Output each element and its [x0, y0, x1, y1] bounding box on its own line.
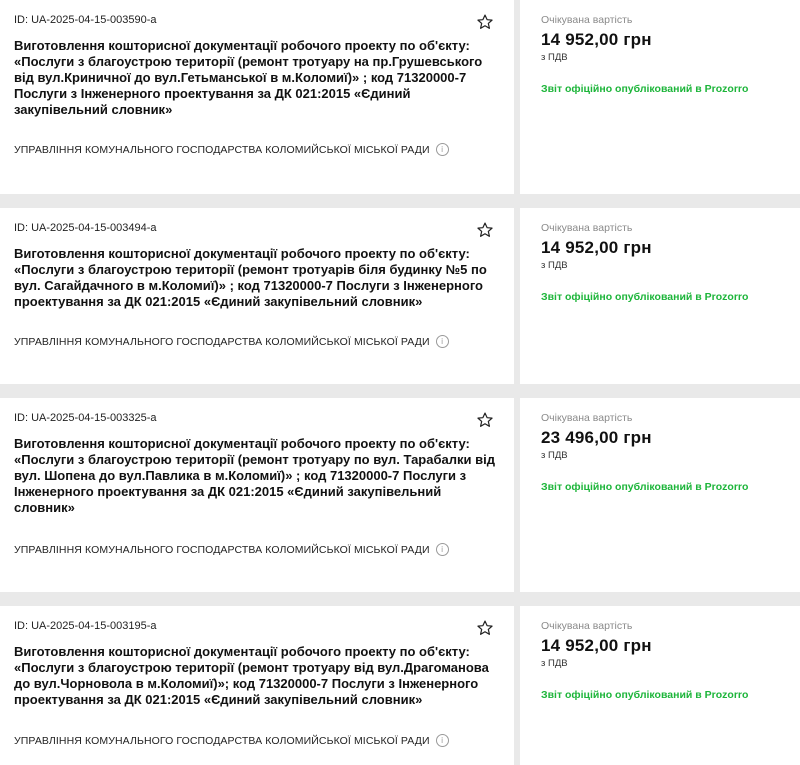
expected-value-label: Очікувана вартість — [541, 14, 633, 26]
tender-title-link[interactable]: Виготовлення кошторисної документації ро… — [14, 246, 496, 310]
tender-title-link[interactable]: Виготовлення кошторисної документації ро… — [14, 644, 496, 708]
tender-title-link[interactable]: Виготовлення кошторисної документації ро… — [14, 436, 496, 516]
info-circle-icon[interactable]: i — [435, 335, 449, 348]
info-circle-icon[interactable]: i — [435, 143, 449, 156]
tender-card[interactable]: ID: UA-2025-04-15-003325-a Виготовлення … — [0, 398, 800, 592]
vat-note: з ПДВ — [541, 658, 568, 669]
tender-details: ID: UA-2025-04-15-003590-a Виготовлення … — [0, 0, 514, 194]
report-status-link[interactable]: Звіт офіційно опублікований в Prozorro — [541, 689, 748, 701]
star-outline-icon[interactable] — [476, 619, 494, 637]
star-outline-icon[interactable] — [476, 13, 494, 31]
organization: УПРАВЛІННЯ КОМУНАЛЬНОГО ГОСПОДАРСТВА КОЛ… — [14, 543, 449, 556]
tender-title-link[interactable]: Виготовлення кошторисної документації ро… — [14, 38, 496, 118]
tender-details: ID: UA-2025-04-15-003325-a Виготовлення … — [0, 398, 514, 592]
info-circle-icon[interactable]: i — [435, 734, 449, 747]
info-circle-icon[interactable]: i — [435, 543, 449, 556]
organization-name: УПРАВЛІННЯ КОМУНАЛЬНОГО ГОСПОДАРСТВА КОЛ… — [14, 734, 430, 747]
tender-id: ID: UA-2025-04-15-003195-a — [14, 620, 157, 632]
report-status-link[interactable]: Звіт офіційно опублікований в Prozorro — [541, 83, 748, 95]
tender-details: ID: UA-2025-04-15-003494-a Виготовлення … — [0, 208, 514, 384]
tender-card[interactable]: ID: UA-2025-04-15-003195-a Виготовлення … — [0, 606, 800, 765]
expected-value-amount: 14 952,00 грн — [541, 636, 652, 655]
tender-value-panel: Очікувана вартість 14 952,00 грн з ПДВ З… — [520, 208, 800, 384]
tender-id: ID: UA-2025-04-15-003325-a — [14, 412, 157, 424]
expected-value-label: Очікувана вартість — [541, 620, 633, 632]
organization: УПРАВЛІННЯ КОМУНАЛЬНОГО ГОСПОДАРСТВА КОЛ… — [14, 335, 449, 348]
tender-value-panel: Очікувана вартість 14 952,00 грн з ПДВ З… — [520, 0, 800, 194]
expected-value-amount: 14 952,00 грн — [541, 30, 652, 49]
star-outline-icon[interactable] — [476, 221, 494, 239]
tender-card[interactable]: ID: UA-2025-04-15-003494-a Виготовлення … — [0, 208, 800, 384]
vat-note: з ПДВ — [541, 450, 568, 461]
tender-id: ID: UA-2025-04-15-003494-a — [14, 222, 157, 234]
report-status-link[interactable]: Звіт офіційно опублікований в Prozorro — [541, 291, 748, 303]
organization-name: УПРАВЛІННЯ КОМУНАЛЬНОГО ГОСПОДАРСТВА КОЛ… — [14, 143, 430, 156]
expected-value-amount: 23 496,00 грн — [541, 428, 652, 447]
expected-value-amount: 14 952,00 грн — [541, 238, 652, 257]
organization-name: УПРАВЛІННЯ КОМУНАЛЬНОГО ГОСПОДАРСТВА КОЛ… — [14, 335, 430, 348]
report-status-link[interactable]: Звіт офіційно опублікований в Prozorro — [541, 481, 748, 493]
organization: УПРАВЛІННЯ КОМУНАЛЬНОГО ГОСПОДАРСТВА КОЛ… — [14, 143, 449, 156]
tender-id: ID: UA-2025-04-15-003590-a — [14, 14, 157, 26]
expected-value-label: Очікувана вартість — [541, 222, 633, 234]
organization: УПРАВЛІННЯ КОМУНАЛЬНОГО ГОСПОДАРСТВА КОЛ… — [14, 734, 449, 747]
star-outline-icon[interactable] — [476, 411, 494, 429]
vat-note: з ПДВ — [541, 52, 568, 63]
tender-card[interactable]: ID: UA-2025-04-15-003590-a Виготовлення … — [0, 0, 800, 194]
tender-value-panel: Очікувана вартість 14 952,00 грн з ПДВ З… — [520, 606, 800, 765]
vat-note: з ПДВ — [541, 260, 568, 271]
expected-value-label: Очікувана вартість — [541, 412, 633, 424]
tender-value-panel: Очікувана вартість 23 496,00 грн з ПДВ З… — [520, 398, 800, 592]
tender-details: ID: UA-2025-04-15-003195-a Виготовлення … — [0, 606, 514, 765]
organization-name: УПРАВЛІННЯ КОМУНАЛЬНОГО ГОСПОДАРСТВА КОЛ… — [14, 543, 430, 556]
